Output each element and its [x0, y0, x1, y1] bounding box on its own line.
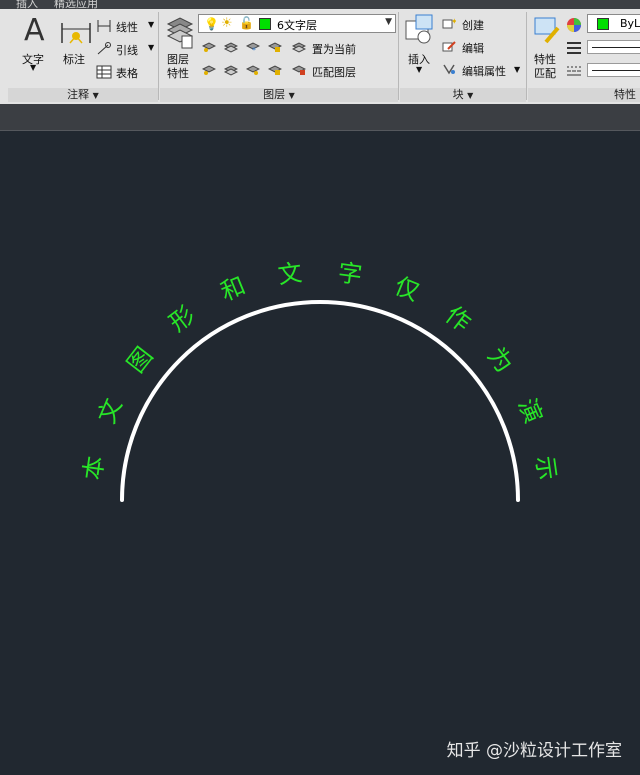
drawing-canvas[interactable]: 本文图形和文字仅作为演示 知乎 @沙粒设计工作室 — [0, 131, 640, 775]
leader-label[interactable]: 引线 — [116, 42, 138, 58]
panel-divider — [526, 12, 527, 100]
linear-label[interactable]: 线性 — [116, 19, 138, 35]
match-layer-icon[interactable] — [292, 64, 306, 76]
linear-dim-icon[interactable] — [96, 18, 112, 37]
bylayer-label: ByL — [620, 17, 640, 30]
arc-text-char: 示 — [530, 454, 562, 483]
insert-block-icon[interactable] — [404, 13, 436, 51]
ribbon-tab-strip: 插入 精选应用 — [0, 0, 640, 9]
panel-expand-icon: ▼ — [92, 91, 99, 100]
layer-thaw-icon[interactable] — [246, 64, 260, 76]
layer-properties-label-2[interactable]: 特性 — [167, 65, 189, 81]
layer-unlock-icon[interactable] — [268, 64, 282, 76]
linetype-icon[interactable] — [566, 64, 582, 78]
panel-title-properties[interactable]: 特性 — [528, 88, 640, 102]
linear-dropdown-icon[interactable]: ▼ — [148, 20, 154, 29]
panel-title-layers[interactable]: 图层 ▼ — [160, 88, 398, 102]
leader-dropdown-icon[interactable]: ▼ — [148, 43, 154, 52]
panel-divider — [158, 12, 159, 100]
svg-text:✦: ✦ — [451, 17, 456, 26]
current-layer-name: 6文字层 — [277, 19, 317, 32]
arc-svg — [120, 300, 520, 502]
dimension-icon[interactable] — [60, 19, 92, 53]
dimension-button-label[interactable]: 标注 — [63, 51, 85, 67]
set-current-icon[interactable] — [292, 41, 306, 53]
layer-dropdown[interactable]: 💡 ☀ 🔓 6文字层 ▼ — [198, 14, 396, 33]
ribbon: 插入 精选应用 A 文字 ▼ 标注 线性 ▼ 引线 ▼ 表格 注释 ▼ 图层 特… — [0, 0, 640, 105]
color-dropdown[interactable]: ByL — [587, 14, 640, 33]
arc-text-char: 字 — [335, 258, 364, 290]
insert-dropdown-icon[interactable]: ▼ — [416, 65, 422, 74]
unlock-icon[interactable]: 🔓 — [239, 16, 254, 30]
lineweight-dropdown[interactable] — [587, 40, 640, 54]
layer-freeze-icon[interactable]: * — [246, 41, 260, 53]
table-icon[interactable] — [96, 64, 112, 83]
watermark: 知乎 @沙粒设计工作室 — [446, 741, 622, 761]
layer-off-icon[interactable] — [202, 41, 216, 53]
layer-properties-icon[interactable] — [164, 14, 196, 54]
set-current-label[interactable]: 置为当前 — [312, 41, 356, 57]
chevron-down-icon[interactable]: ▼ — [385, 17, 392, 27]
panel-divider — [398, 12, 399, 100]
arc-text-char: 文 — [276, 258, 305, 290]
layer-unisolate-icon[interactable] — [224, 64, 238, 76]
edit-attribute-label[interactable]: 编辑属性 — [462, 63, 506, 79]
panel-title-block[interactable]: 块 ▼ — [400, 88, 526, 102]
lineweight-icon[interactable] — [566, 41, 582, 55]
bulb-icon[interactable]: 💡 — [204, 17, 219, 31]
create-block-icon[interactable]: ✦ — [442, 17, 456, 29]
layer-lock-icon[interactable] — [268, 41, 282, 53]
text-icon[interactable]: A — [22, 13, 48, 48]
panel-expand-icon: ▼ — [288, 91, 295, 100]
edit-block-icon[interactable] — [442, 40, 456, 52]
sun-icon[interactable]: ☀ — [221, 16, 233, 31]
layer-isolate-icon[interactable] — [224, 41, 238, 53]
svg-text:A: A — [24, 14, 45, 44]
layer-color-swatch — [259, 18, 271, 30]
arc-text-char: 本 — [78, 454, 110, 483]
match-properties-icon[interactable] — [532, 14, 562, 50]
edit-label[interactable]: 编辑 — [462, 40, 484, 56]
match-layer-label[interactable]: 匹配图层 — [312, 64, 356, 80]
leader-icon[interactable] — [96, 41, 112, 60]
svg-text:*: * — [252, 46, 256, 53]
edit-attribute-icon[interactable] — [442, 63, 456, 75]
color-wheel-icon[interactable] — [566, 17, 582, 33]
tab-insert[interactable]: 插入 — [16, 0, 38, 9]
create-label[interactable]: 创建 — [462, 17, 484, 33]
match-properties-label-2[interactable]: 匹配 — [534, 65, 556, 81]
drawing-tab-bar — [0, 104, 640, 131]
color-swatch — [597, 18, 609, 30]
tab-featured-apps[interactable]: 精选应用 — [54, 0, 98, 9]
panel-annotation: A 文字 ▼ 标注 线性 ▼ 引线 ▼ 表格 注释 ▼ — [8, 9, 158, 104]
edit-attribute-dropdown-icon[interactable]: ▼ — [514, 65, 520, 74]
table-label[interactable]: 表格 — [116, 65, 138, 81]
panel-expand-icon: ▼ — [467, 91, 474, 100]
panel-title-annotation[interactable]: 注释 ▼ — [8, 88, 158, 102]
linetype-dropdown[interactable] — [587, 63, 640, 77]
layer-on-icon[interactable] — [202, 64, 216, 76]
text-dropdown-icon[interactable]: ▼ — [30, 63, 36, 72]
